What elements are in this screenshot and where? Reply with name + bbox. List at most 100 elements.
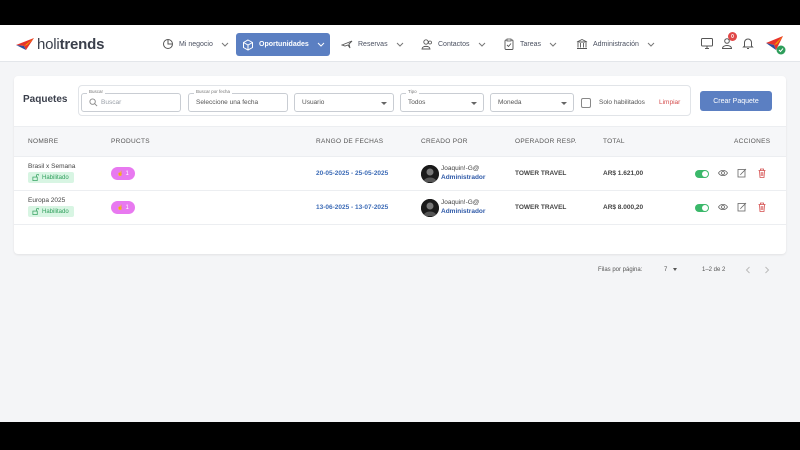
search-icon bbox=[89, 98, 98, 107]
chevron-down-icon bbox=[221, 42, 229, 47]
type-select[interactable]: Tipo Todos bbox=[400, 89, 484, 112]
nav-tareas[interactable]: Tareas bbox=[497, 33, 563, 55]
top-navbar: holitrends Mi negocio Oportunidades Rese… bbox=[0, 25, 800, 62]
only-enabled-label: Solo habilitados bbox=[599, 99, 645, 106]
logo-plane-icon bbox=[16, 38, 34, 50]
type-field-label: Tipo bbox=[406, 89, 419, 94]
nav-label: Mi negocio bbox=[179, 40, 213, 48]
cube-icon bbox=[242, 38, 254, 51]
eye-icon[interactable] bbox=[718, 202, 728, 212]
rows-per-page-select[interactable]: 7 bbox=[664, 267, 678, 273]
column-header-acciones: ACCIONES bbox=[734, 138, 771, 145]
creator-name: Joaquin!-G@ bbox=[441, 165, 480, 172]
status-label: Habilitado bbox=[42, 174, 69, 181]
total-amount: AR$ 8.000,20 bbox=[603, 204, 644, 211]
contacts-icon bbox=[421, 38, 433, 50]
bank-icon bbox=[576, 38, 588, 50]
status-label: Habilitado bbox=[42, 208, 69, 215]
date-range: 20-05-2025 - 25-05-2025 bbox=[316, 170, 389, 177]
enabled-toggle[interactable] bbox=[695, 170, 709, 178]
clipboard-icon bbox=[503, 38, 515, 50]
creator-role: Administrador bbox=[441, 208, 486, 215]
rows-per-page-value: 7 bbox=[664, 267, 668, 273]
clear-filters-button[interactable]: Limpiar bbox=[659, 99, 680, 106]
date-field-label: Buscar por fecha bbox=[194, 89, 233, 94]
package-name[interactable]: Brasil x Semana bbox=[28, 163, 75, 170]
search-input[interactable]: Buscar Buscar bbox=[81, 89, 181, 112]
chevron-down-icon bbox=[317, 42, 325, 47]
currency-select[interactable]: Moneda bbox=[490, 93, 574, 112]
trash-icon[interactable] bbox=[757, 202, 767, 212]
nav-contactos[interactable]: Contactos bbox=[415, 33, 492, 55]
app-screen: holitrends Mi negocio Oportunidades Rese… bbox=[0, 25, 800, 422]
creator-name: Joaquin!-G@ bbox=[441, 199, 480, 206]
next-page-icon[interactable] bbox=[763, 266, 771, 274]
chevron-down-icon bbox=[647, 42, 655, 47]
column-header-creado-por: CREADO POR bbox=[421, 138, 468, 145]
creator-avatar bbox=[421, 165, 439, 183]
edit-icon[interactable] bbox=[737, 202, 747, 212]
page-range-info: 1–2 de 2 bbox=[702, 267, 726, 273]
nav-label: Oportunidades bbox=[259, 41, 309, 48]
holitrends-logo[interactable]: holitrends bbox=[15, 35, 104, 53]
column-header-operador: OPERADOR RESP. bbox=[515, 138, 577, 145]
nav-reservas[interactable]: Reservas bbox=[335, 33, 410, 55]
prev-page-icon[interactable] bbox=[744, 266, 752, 274]
edit-icon[interactable] bbox=[737, 168, 747, 178]
dropdown-arrow-icon bbox=[673, 267, 678, 271]
notification-count-badge: 0 bbox=[728, 32, 737, 41]
column-header-products: PRODUCTS bbox=[111, 138, 150, 145]
column-header-rango: RANGO DE FECHAS bbox=[316, 138, 384, 145]
page-title: Paquetes bbox=[23, 94, 68, 105]
packages-card: Paquetes Buscar Buscar Buscar por fecha … bbox=[14, 76, 786, 274]
filter-bar: Buscar Buscar Buscar por fecha Seleccion… bbox=[78, 85, 691, 116]
create-package-button[interactable]: Crear Paquete bbox=[700, 91, 772, 111]
column-header-total: TOTAL bbox=[603, 138, 625, 145]
package-name[interactable]: Europa 2025 bbox=[28, 197, 65, 204]
monitor-icon[interactable] bbox=[700, 36, 714, 50]
bell-icon[interactable] bbox=[741, 36, 755, 50]
table-header: NOMBRE PRODUCTS RANGO DE FECHAS CREADO P… bbox=[14, 126, 786, 157]
nav-label: Contactos bbox=[438, 40, 470, 48]
dropdown-arrow-icon bbox=[381, 102, 387, 105]
creator-avatar bbox=[421, 199, 439, 217]
products-count: 1 bbox=[125, 204, 129, 211]
brand-name: holitrends bbox=[37, 35, 105, 53]
operator-name: TOWER TRAVEL bbox=[515, 204, 567, 211]
nav-administracion[interactable]: Administración bbox=[570, 33, 661, 55]
nav-mi-negocio[interactable]: Mi negocio bbox=[156, 33, 235, 55]
search-placeholder: Buscar bbox=[101, 99, 122, 106]
unlock-icon bbox=[32, 174, 39, 181]
nav-oportunidades[interactable]: Oportunidades bbox=[236, 33, 330, 56]
table-row[interactable]: Brasil x Semana Habilitado ☝ 1 20-05-202… bbox=[14, 157, 786, 191]
table-row[interactable]: Europa 2025 Habilitado ☝ 1 13-06-2025 - … bbox=[14, 191, 786, 225]
plane-icon bbox=[341, 38, 353, 50]
eye-icon[interactable] bbox=[718, 168, 728, 178]
type-select-value: Todos bbox=[408, 99, 426, 106]
enabled-toggle[interactable] bbox=[695, 204, 709, 212]
products-count-pill[interactable]: ☝ 1 bbox=[111, 201, 135, 214]
nav-label: Administración bbox=[593, 40, 639, 48]
user-select-value: Usuario bbox=[302, 99, 325, 106]
nav-label: Reservas bbox=[358, 40, 388, 48]
hand-icon: ☝ bbox=[117, 170, 124, 177]
date-placeholder: Seleccione una fecha bbox=[196, 99, 259, 106]
nav-label: Tareas bbox=[520, 40, 542, 48]
chevron-down-icon bbox=[549, 42, 557, 47]
hand-icon: ☝ bbox=[117, 204, 124, 211]
status-badge: Habilitado bbox=[28, 206, 74, 217]
chevron-down-icon bbox=[478, 42, 486, 47]
rows-per-page-label: Filas por página: bbox=[598, 267, 643, 273]
unlock-icon bbox=[32, 208, 39, 215]
table-pagination: Filas por página: 7 1–2 de 2 bbox=[14, 256, 786, 286]
trash-icon[interactable] bbox=[757, 168, 767, 178]
dropdown-arrow-icon bbox=[471, 102, 477, 105]
products-count-pill[interactable]: ☝ 1 bbox=[111, 167, 135, 180]
user-avatar[interactable] bbox=[764, 33, 786, 55]
creator-role: Administrador bbox=[441, 174, 486, 181]
only-enabled-checkbox[interactable] bbox=[581, 98, 591, 108]
user-select[interactable]: Usuario bbox=[294, 93, 394, 112]
search-field-label: Buscar bbox=[87, 89, 106, 94]
date-picker-field[interactable]: Buscar por fecha Seleccione una fecha bbox=[188, 89, 288, 112]
date-range: 13-06-2025 - 13-07-2025 bbox=[316, 204, 389, 211]
